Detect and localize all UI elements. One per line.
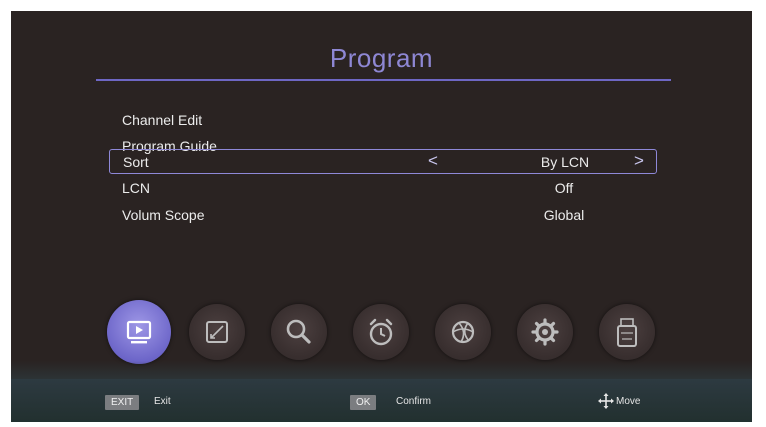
exit-key-badge[interactable]: EXIT [105, 395, 140, 410]
menu-item-lcn[interactable]: LCN Off [109, 177, 657, 199]
footer-shadow [11, 361, 752, 381]
menu-item-label: LCN [122, 180, 151, 196]
menu-item-label: Volum Scope [122, 207, 205, 223]
confirm-hint: Confirm [396, 396, 432, 407]
menu-item-label: Channel Edit [122, 112, 203, 128]
menu-item-label: Sort [123, 154, 149, 170]
settings-gear-icon[interactable] [517, 304, 573, 360]
sort-value: By LCN [540, 154, 590, 170]
picture-icon[interactable] [189, 304, 245, 360]
alarm-clock-icon[interactable] [353, 304, 409, 360]
exit-hint: Exit [154, 396, 171, 407]
title-divider [96, 79, 671, 81]
volum-scope-value: Global [543, 207, 585, 223]
chevron-left-icon[interactable]: < [428, 151, 438, 171]
tv-screen: Program Channel Edit Program Guide Sort … [11, 11, 752, 422]
menu-item-sort[interactable]: Sort < By LCN > [109, 149, 657, 174]
move-hint: Move [616, 396, 641, 407]
menu-item-channel-edit[interactable]: Channel Edit [109, 109, 657, 131]
footer-bar: EXIT Exit OK Confirm Move [11, 379, 752, 422]
page-title: Program [329, 43, 434, 73]
globe-icon[interactable] [435, 304, 491, 360]
menu-item-volum-scope[interactable]: Volum Scope Global [109, 204, 657, 226]
main-menu-icon-bar [107, 300, 667, 368]
usb-icon[interactable] [599, 304, 655, 360]
ok-key-badge[interactable]: OK [350, 395, 377, 410]
program-icon[interactable] [107, 300, 171, 364]
lcn-value: Off [554, 180, 574, 196]
chevron-right-icon[interactable]: > [634, 151, 644, 171]
move-arrows-icon [598, 393, 614, 409]
search-icon[interactable] [271, 304, 327, 360]
